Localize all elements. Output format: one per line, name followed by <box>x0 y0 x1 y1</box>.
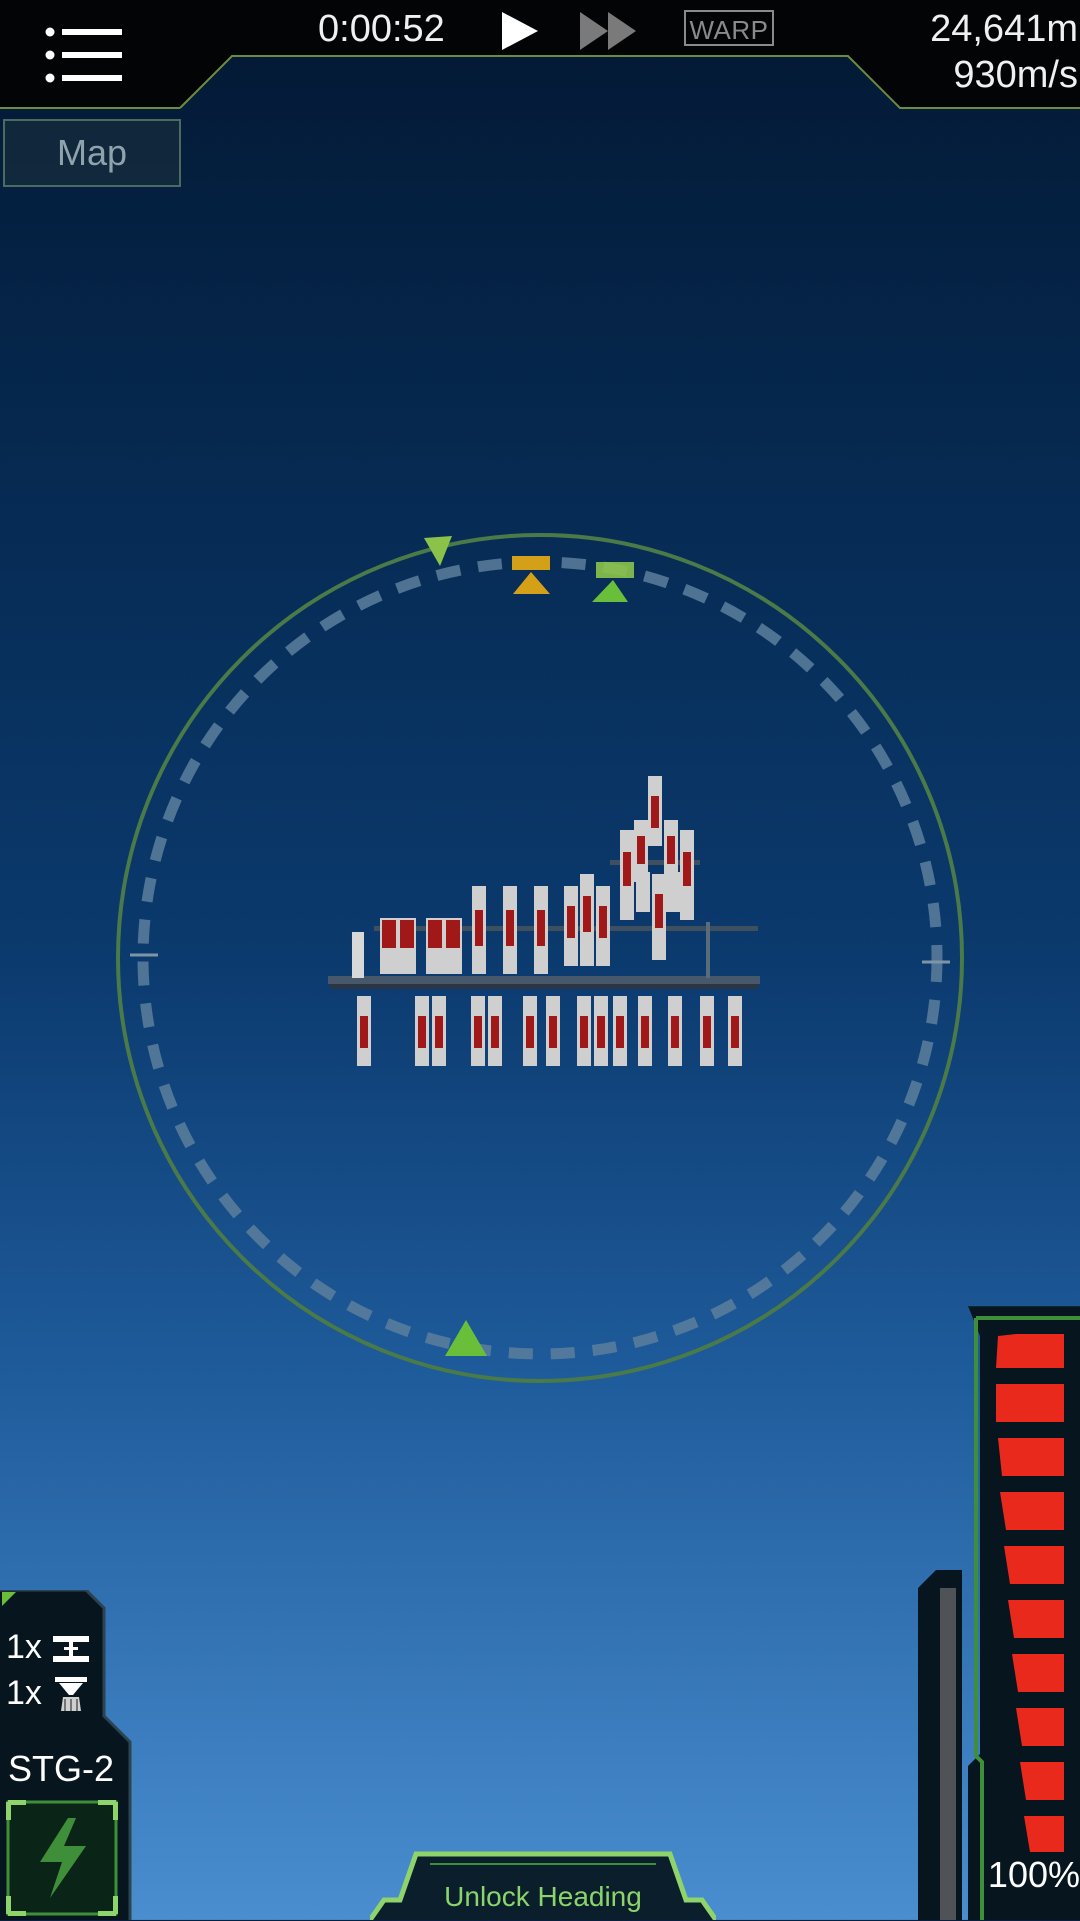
navigation-ring <box>116 533 964 1383</box>
engine-row: 1x <box>6 1674 91 1715</box>
top-cluster <box>620 776 694 960</box>
throttle-gauge[interactable] <box>918 1306 1080 1920</box>
target-marker-top-right <box>592 562 634 602</box>
engine-count: 1x <box>6 1674 42 1712</box>
separator-row: 1x <box>6 1628 91 1667</box>
separator-icon <box>53 1636 90 1663</box>
rocket-vessel <box>328 776 760 1066</box>
heading-marker <box>512 556 550 594</box>
stage-name: STG-2 <box>8 1748 115 1789</box>
retrograde-marker-bottom <box>445 1320 487 1356</box>
lower-engines <box>357 996 742 1066</box>
stage-launch-button[interactable] <box>5 1799 119 1917</box>
separator-count: 1x <box>6 1628 42 1666</box>
engine-icon <box>55 1677 88 1712</box>
lightning-icon <box>5 1799 119 1917</box>
unlock-heading-button[interactable]: Unlock Heading <box>400 1874 686 1920</box>
upper-tanks <box>352 874 610 978</box>
throttle-percent: 100% <box>987 1854 1080 1895</box>
